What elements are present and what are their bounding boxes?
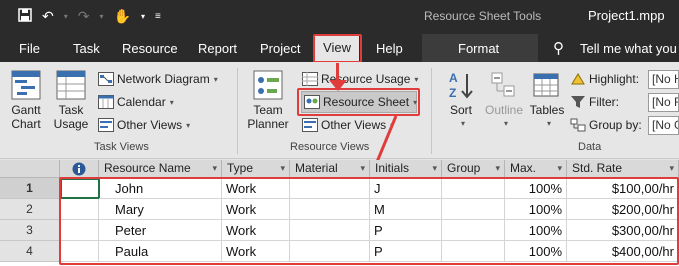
select-all-corner[interactable] (0, 160, 60, 178)
tell-me-search[interactable]: Tell me what you w (580, 41, 679, 56)
tab-format[interactable]: Format (458, 41, 499, 56)
chevron-down-icon: ▾ (414, 74, 419, 84)
filter-label: Filter: (570, 92, 619, 112)
tab-resource[interactable]: Resource (122, 41, 178, 56)
save-icon[interactable] (18, 8, 32, 25)
task-other-views-button[interactable]: Other Views ▾ (98, 115, 190, 135)
group-by-dropdown[interactable]: [No G (648, 116, 679, 135)
row-header[interactable]: 3 (0, 220, 60, 241)
tab-help[interactable]: Help (376, 41, 403, 56)
gantt-chart-icon (11, 70, 41, 100)
touch-mode-icon[interactable]: ✋ (114, 8, 131, 25)
team-planner-icon (253, 70, 283, 100)
customize-qat-icon[interactable]: ≡ (155, 11, 161, 22)
network-diagram-button[interactable]: Network Diagram ▾ (98, 69, 218, 89)
row-header[interactable]: 2 (0, 199, 60, 220)
other-views-icon (98, 118, 114, 132)
sort-az-icon: AZ (449, 71, 473, 100)
title-bar: ↶ ▾ ↷ ▾ ✋ ▾ ≡ Resource Sheet Tools Proje… (0, 0, 679, 34)
tab-report[interactable]: Report (198, 41, 237, 56)
chevron-down-icon: ▾ (669, 163, 674, 173)
network-diagram-icon (98, 72, 114, 86)
chevron-down-icon: ▾ (169, 97, 174, 107)
chevron-down-icon: ▾ (460, 119, 465, 128)
quick-access-toolbar: ↶ ▾ ↷ ▾ ✋ ▾ ≡ (18, 8, 161, 25)
chevron-down-icon: ▾ (213, 74, 218, 84)
column-header-std-rate[interactable]: Std. Rate ▾ (567, 160, 679, 178)
chevron-down-icon: ▾ (495, 163, 500, 173)
usage-label-2: Usage (53, 117, 89, 131)
chevron-down-icon: ▾ (280, 163, 285, 173)
chevron-down-icon: ▾ (186, 120, 191, 130)
gantt-label: Gantt (11, 103, 41, 117)
other-views-icon (302, 118, 318, 132)
info-icon (72, 162, 86, 176)
undo-icon[interactable]: ↶ (42, 8, 54, 25)
column-header-group[interactable]: Group ▾ (442, 160, 505, 178)
row-header[interactable]: 4 (0, 241, 60, 262)
svg-text:Z: Z (449, 86, 456, 100)
resource-sheet-annotation (297, 88, 420, 116)
chevron-down-icon: ▾ (546, 119, 551, 128)
chevron-down-icon: ▾ (557, 163, 562, 173)
group-by-label: Group by: (570, 115, 642, 135)
group-separator (237, 68, 238, 154)
planner-label: Planner (247, 117, 289, 131)
redo-icon[interactable]: ↷ (78, 8, 90, 25)
resource-usage-button[interactable]: Resource Usage ▾ (302, 69, 418, 89)
view-tab-annotation (313, 34, 362, 63)
contextual-tab-title: Resource Sheet Tools (424, 9, 542, 23)
tab-project[interactable]: Project (260, 41, 300, 56)
highlight-label: Highlight: (570, 69, 639, 89)
lightbulb-icon: ⚲ (553, 40, 564, 57)
resource-views-group-label: Resource Views (290, 141, 370, 153)
annotation-arrow-head (329, 80, 347, 91)
filter-icon (571, 96, 585, 108)
group-separator (431, 68, 432, 154)
undo-dropdown-icon[interactable]: ▾ (64, 12, 68, 21)
column-header-type[interactable]: Type ▾ (222, 160, 290, 178)
calendar-button[interactable]: Calendar ▾ (98, 92, 174, 112)
task-usage-button[interactable]: Task Usage (50, 70, 92, 131)
usage-label: Task (58, 103, 84, 117)
outline-button[interactable]: Outline ▾ (482, 70, 526, 131)
column-header-initials[interactable]: Initials ▾ (370, 160, 442, 178)
highlight-icon (571, 73, 585, 85)
column-header-resource-name[interactable]: Resource Name ▾ (99, 160, 222, 178)
column-header-max[interactable]: Max. ▾ (505, 160, 567, 178)
calendar-icon (98, 95, 114, 109)
chevron-down-icon: ▾ (432, 163, 437, 173)
gantt-label-2: Chart (11, 117, 41, 131)
tables-icon (533, 73, 559, 97)
tab-task[interactable]: Task (73, 41, 100, 56)
redo-dropdown-icon[interactable]: ▾ (99, 12, 103, 21)
chevron-down-icon: ▾ (212, 163, 217, 173)
row-header[interactable]: 1 (0, 178, 60, 199)
highlight-dropdown[interactable]: [No H (648, 70, 679, 89)
team-label: Team (253, 103, 283, 117)
filter-dropdown[interactable]: [No F (648, 93, 679, 112)
data-rows-annotation (59, 177, 679, 265)
document-title: Project1.mpp (588, 8, 665, 23)
chevron-down-icon: ▾ (503, 119, 508, 128)
touch-dropdown-icon[interactable]: ▾ (141, 12, 145, 21)
group-by-icon (570, 118, 586, 132)
outline-icon (491, 72, 515, 97)
resource-usage-icon (302, 72, 318, 86)
sort-button[interactable]: AZ Sort ▾ (444, 70, 478, 131)
task-usage-icon (56, 70, 86, 100)
tables-button[interactable]: Tables ▾ (528, 70, 566, 131)
data-group-label: Data (578, 141, 602, 153)
svg-text:A: A (449, 71, 458, 85)
column-header-material[interactable]: Material ▾ (290, 160, 370, 178)
gantt-chart-button[interactable]: Gantt Chart (6, 70, 46, 131)
task-views-group-label: Task Views (94, 141, 149, 153)
indicators-column-header[interactable] (60, 160, 99, 178)
chevron-down-icon: ▾ (360, 163, 365, 173)
team-planner-button[interactable]: Team Planner (244, 70, 292, 131)
tab-file[interactable]: File (19, 41, 40, 56)
